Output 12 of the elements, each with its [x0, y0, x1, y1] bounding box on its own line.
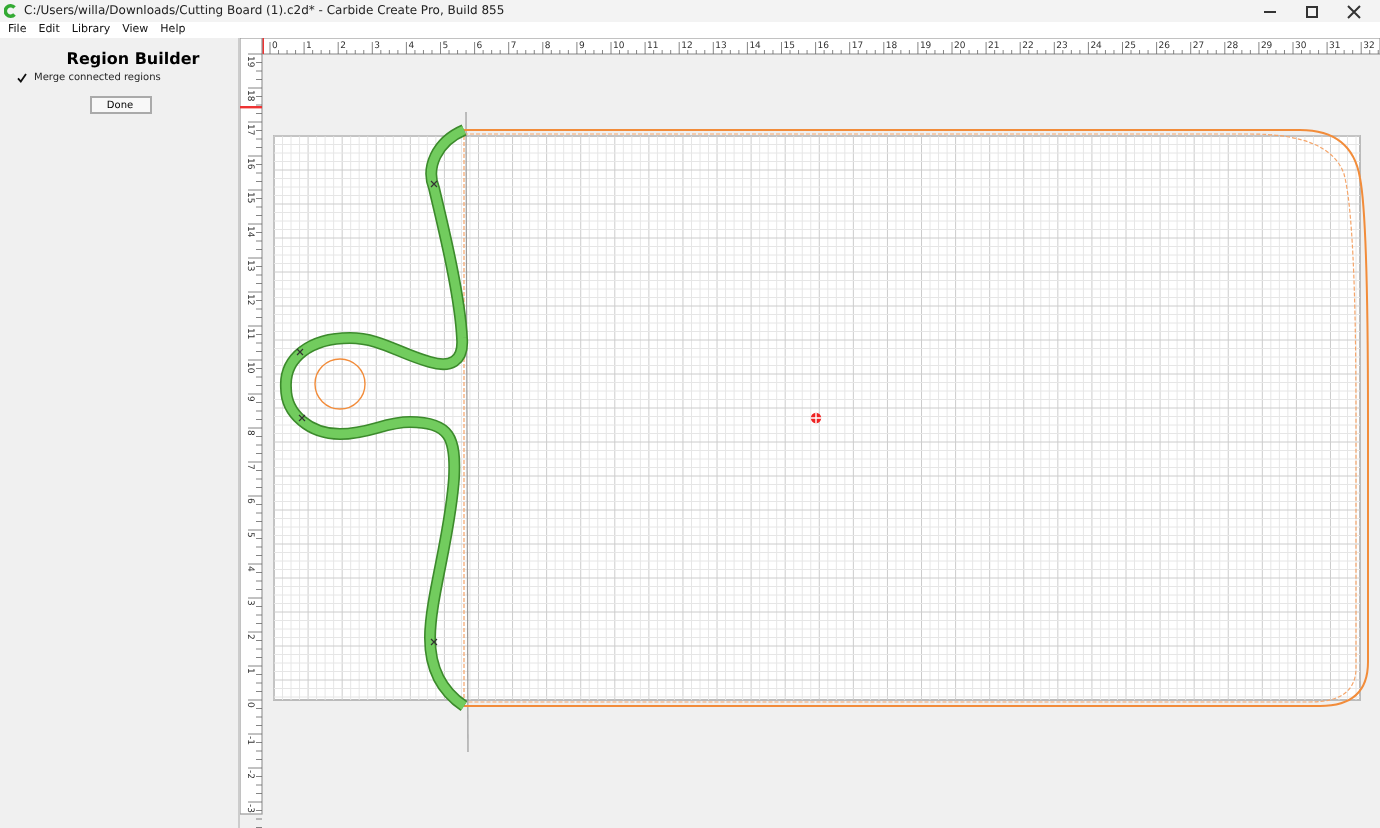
checkbox[interactable]	[16, 72, 28, 84]
maximize-icon[interactable]	[1302, 1, 1322, 21]
close-icon[interactable]	[1344, 1, 1364, 21]
node-marker-icon	[298, 414, 306, 422]
panel-title: Region Builder	[66, 50, 200, 68]
app-logo-icon	[4, 4, 18, 18]
hole-circle	[314, 358, 366, 410]
origin-marker-icon	[810, 412, 822, 424]
node-marker-icon	[430, 180, 438, 188]
node-marker-icon	[430, 638, 438, 646]
node-marker-icon	[296, 348, 304, 356]
ruler-marker	[240, 106, 262, 109]
